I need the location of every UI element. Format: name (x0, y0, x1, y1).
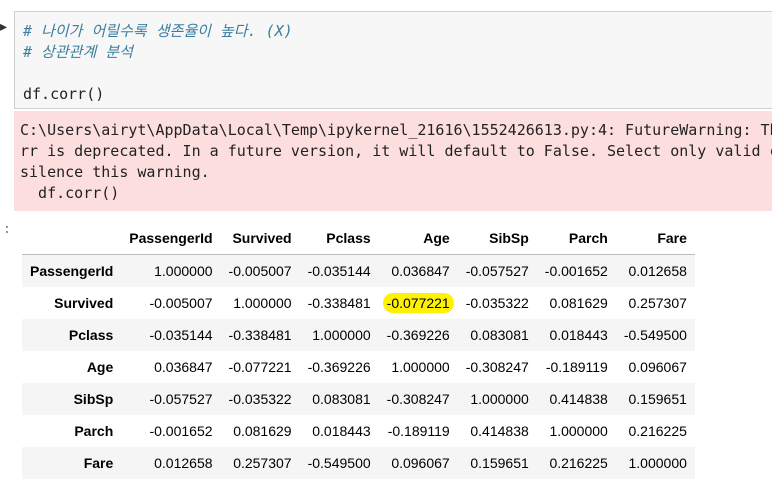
table-cell: -0.035144 (307, 263, 371, 279)
table-cell: -0.189119 (545, 359, 608, 375)
table-cell: -0.308247 (465, 359, 529, 375)
code-input-cell[interactable]: # 나이가 어릴수록 생존율이 높다. (X) # 상관관계 분석 df.cor… (14, 11, 772, 109)
warning-line-2: rr is deprecated. In a future version, i… (20, 142, 772, 160)
table-header-row: PassengerId Survived Pclass Age SibSp Pa… (22, 222, 695, 255)
column-header: SibSp (457, 222, 537, 255)
column-header: Survived (220, 222, 300, 255)
warning-line-4: df.corr() (20, 184, 120, 202)
table-cell: 0.159651 (628, 391, 687, 407)
table-cell: -0.001652 (149, 423, 213, 439)
table-cell: 0.257307 (233, 455, 292, 471)
table-cell: 0.018443 (312, 423, 371, 439)
row-label: PassengerId (30, 263, 114, 279)
table-cell: -0.057527 (465, 263, 529, 279)
table-row: Pclass -0.035144 -0.338481 1.000000 -0.36922… (22, 319, 695, 351)
table-cell: -0.077221 (228, 359, 292, 375)
table-cell: -0.057527 (149, 391, 213, 407)
highlighted-value: -0.077221 (382, 293, 454, 313)
table-row: Survived -0.005007 1.000000 -0.338481 -0.077… (22, 287, 695, 319)
table-cell: -0.001652 (544, 263, 608, 279)
correlation-dataframe: PassengerId Survived Pclass Age SibSp Pa… (22, 222, 695, 479)
table-cell: -0.338481 (228, 327, 292, 343)
table-cell: 0.257307 (628, 295, 687, 311)
column-header: Parch (536, 222, 616, 255)
table-cell: 1.000000 (549, 423, 608, 439)
table-cell: 0.081629 (549, 295, 608, 311)
column-header: Pclass (299, 222, 379, 255)
cell-cursor-marker: ▸ (0, 19, 8, 35)
table-cell: 1.000000 (233, 295, 292, 311)
table-cell: 1.000000 (470, 391, 529, 407)
warning-line-3: silence this warning. (20, 163, 210, 181)
table-cell: -0.005007 (228, 263, 292, 279)
table-cell: -0.369226 (386, 327, 450, 343)
column-header: PassengerId (121, 222, 221, 255)
table-cell: -0.005007 (149, 295, 213, 311)
table-cell: 0.159651 (470, 455, 529, 471)
column-header: Fare (615, 222, 695, 255)
table-cell: 1.000000 (391, 359, 450, 375)
column-header: Age (378, 222, 458, 255)
table-cell: 0.083081 (470, 327, 529, 343)
table-row: SibSp -0.057527 -0.035322 0.083081 -0.308247… (22, 383, 695, 415)
table-cell: 0.081629 (233, 423, 292, 439)
table-cell: 1.000000 (628, 455, 687, 471)
table-cell: 0.012658 (154, 455, 213, 471)
table-cell: 0.036847 (154, 359, 213, 375)
table-cell: 1.000000 (312, 327, 371, 343)
table-cell: -0.035322 (465, 295, 529, 311)
table-cell: -0.189119 (387, 423, 450, 439)
code-comment-line-2: # 상관관계 분석 (23, 43, 133, 61)
row-label: Age (86, 359, 114, 375)
output-prompt: : (3, 222, 11, 237)
table-cell: 0.414838 (470, 423, 529, 439)
table-cell: 0.012658 (628, 263, 687, 279)
table-cell: -0.035322 (228, 391, 292, 407)
table-cell: 0.216225 (549, 455, 608, 471)
table-cell: -0.549500 (623, 327, 687, 343)
table-cell: 0.096067 (391, 455, 450, 471)
row-label: Survived (54, 295, 114, 311)
row-label: Pclass (68, 327, 114, 343)
table-row: Age 0.036847 -0.077221 -0.369226 1.000000 -0.… (22, 351, 695, 383)
table-cell: -0.308247 (386, 391, 450, 407)
table-cell: -0.549500 (307, 455, 371, 471)
code-line-df-corr: df.corr() (23, 85, 105, 103)
table-cell: 0.018443 (549, 327, 608, 343)
row-label: Parch (74, 423, 114, 439)
table-cell: -0.077221 (379, 287, 458, 319)
table-cell: 1.000000 (154, 263, 213, 279)
table-cell: 0.036847 (391, 263, 450, 279)
table-cell: 0.414838 (549, 391, 608, 407)
table-cell: 0.096067 (628, 359, 687, 375)
warning-line-1: C:\Users\airyt\AppData\Local\Temp\ipyker… (20, 121, 772, 139)
table-cell: 0.083081 (312, 391, 371, 407)
table-row: Parch -0.001652 0.081629 0.018443 -0.189119 0… (22, 415, 695, 447)
index-header (22, 222, 122, 255)
table-row: PassengerId 1.000000 -0.005007 -0.035144 0.0… (22, 254, 695, 287)
stderr-warning-output: C:\Users\airyt\AppData\Local\Temp\ipyker… (14, 111, 772, 211)
code-comment-line-1: # 나이가 어릴수록 생존율이 높다. (X) (23, 22, 293, 40)
table-cell: -0.369226 (307, 359, 371, 375)
table-row: Fare 0.012658 0.257307 -0.549500 0.096067 0.1… (22, 447, 695, 479)
row-label: Fare (83, 455, 114, 471)
table-cell: -0.035144 (149, 327, 213, 343)
table-cell: -0.338481 (307, 295, 371, 311)
row-label: SibSp (73, 391, 114, 407)
table-cell: 0.216225 (628, 423, 687, 439)
